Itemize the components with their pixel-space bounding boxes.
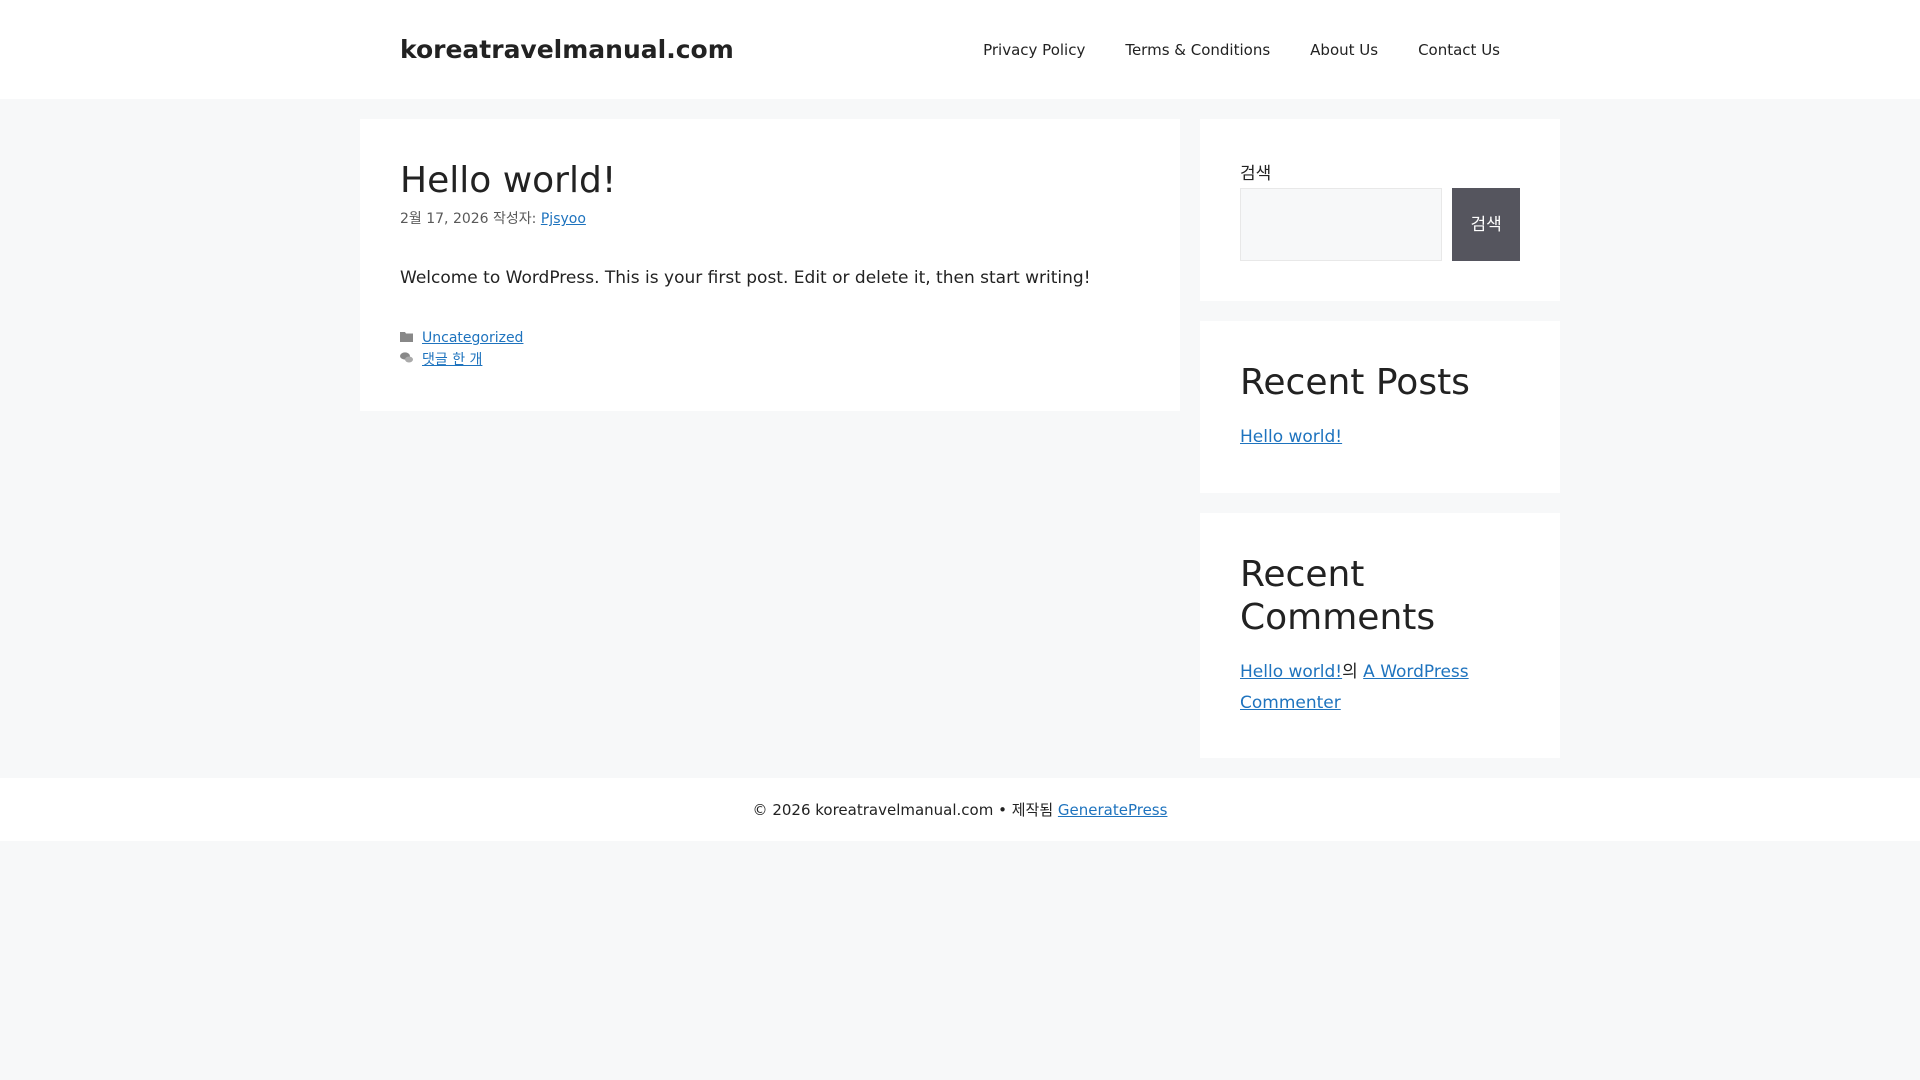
search-input[interactable] <box>1240 188 1443 261</box>
main-nav: Privacy Policy Terms & Conditions About … <box>963 20 1520 80</box>
author-link[interactable]: Pjsyoo <box>541 211 586 227</box>
nav-privacy-policy[interactable]: Privacy Policy <box>963 20 1105 80</box>
nav-terms-conditions[interactable]: Terms & Conditions <box>1105 20 1290 80</box>
search-button[interactable]: 검색 <box>1452 188 1520 261</box>
post-title: Hello world! <box>400 160 617 201</box>
folder-icon <box>400 327 413 349</box>
post-footer: Uncategorized 댓글 한 개 <box>400 327 1140 371</box>
site-header: koreatravelmanual.com Privacy Policy Ter… <box>0 0 1920 99</box>
post-content: Welcome to WordPress. This is your first… <box>400 268 1091 289</box>
byline-label: 작성자: <box>488 211 541 228</box>
category-link[interactable]: Uncategorized <box>422 327 523 349</box>
nav-contact-us[interactable]: Contact Us <box>1398 20 1520 80</box>
recent-comments-widget: Recent Comments Hello world!의 A WordPres… <box>1200 512 1560 759</box>
recent-comment-item: Hello world!의 A WordPress Commenter <box>1240 657 1520 718</box>
post-article: Hello world! 2월 17, 2026 작성자: Pjsyoo Wel… <box>360 119 1180 412</box>
comment-separator: 의 <box>1342 662 1364 683</box>
nav-about-us[interactable]: About Us <box>1290 20 1398 80</box>
recent-comments-title: Recent Comments <box>1240 553 1436 638</box>
site-footer: © 2026 koreatravelmanual.com • 제작됨 Gener… <box>0 778 1920 842</box>
recent-post-link[interactable]: Hello world! <box>1240 427 1342 447</box>
post-meta: 2월 17, 2026 작성자: Pjsyoo <box>400 208 1140 228</box>
comment-post-link[interactable]: Hello world! <box>1240 662 1342 682</box>
comments-link[interactable]: 댓글 한 개 <box>422 349 482 371</box>
post-date: 2월 17, 2026 <box>400 211 489 228</box>
search-label: 검색 <box>1240 164 1272 184</box>
recent-posts-title: Recent Posts <box>1240 362 1470 403</box>
generatepress-link[interactable]: GeneratePress <box>1058 801 1168 819</box>
sidebar: 검색 검색 Recent Posts Hello world! Recent C… <box>1200 119 1560 759</box>
recent-posts-widget: Recent Posts Hello world! <box>1200 321 1560 493</box>
comments-icon <box>400 349 413 371</box>
copyright-text: © 2026 koreatravelmanual.com • 제작됨 <box>752 801 1054 820</box>
search-widget: 검색 검색 <box>1200 119 1560 301</box>
site-title-link[interactable]: koreatravelmanual.com <box>400 35 734 64</box>
